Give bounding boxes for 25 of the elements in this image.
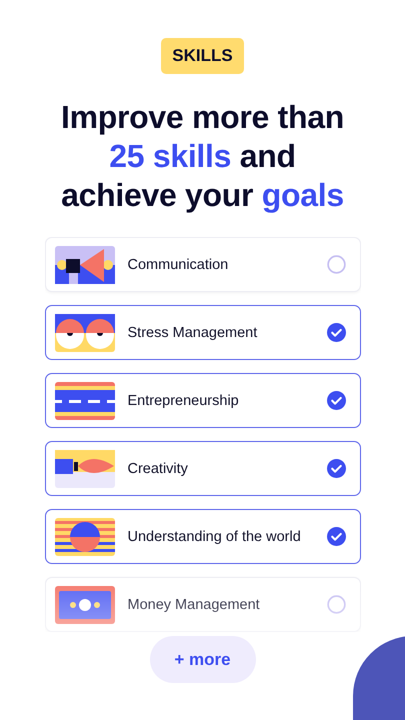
checked-circle-icon[interactable]: [326, 391, 346, 410]
checked-circle-icon[interactable]: [326, 323, 346, 342]
skill-label: Money Management: [128, 596, 261, 612]
checked-circle-icon[interactable]: [326, 459, 346, 478]
more-button[interactable]: + more: [150, 636, 256, 683]
globe-icon: [54, 518, 114, 556]
skill-label: Creativity: [128, 460, 189, 476]
skill-label: Entrepreneurship: [128, 392, 240, 408]
brush-icon: [54, 450, 114, 488]
road-icon: [54, 382, 114, 420]
skill-label: Understanding of the world: [128, 528, 302, 544]
skill-label: Stress Management: [128, 324, 258, 340]
skill-option[interactable]: Stress Management: [44, 305, 360, 360]
skill-option[interactable]: Communication: [44, 237, 360, 292]
eyes-icon: [54, 314, 114, 352]
skill-option[interactable]: Entrepreneurship: [44, 373, 360, 428]
headline: Improve more than 25 skills and achieve your goals: [60, 98, 345, 215]
skill-option[interactable]: Money Management: [44, 577, 360, 632]
skill-option[interactable]: Understanding of the world: [44, 509, 360, 564]
banknote-icon: [54, 586, 114, 624]
skills-badge: SKILLS: [161, 38, 244, 74]
skill-option[interactable]: Creativity: [44, 441, 360, 496]
checked-circle-icon[interactable]: [326, 527, 346, 546]
megaphone-icon: [54, 246, 114, 284]
skill-label: Communication: [128, 256, 230, 272]
